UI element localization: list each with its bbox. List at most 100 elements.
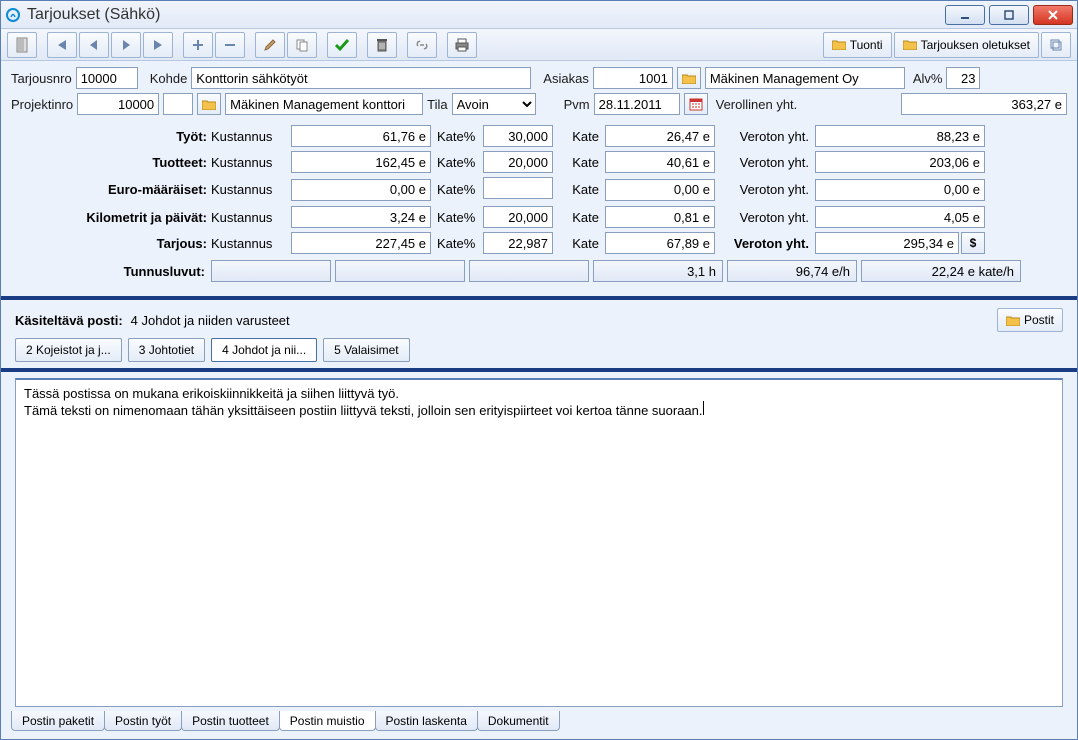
alv-field[interactable]: 23	[946, 67, 980, 89]
tila-select[interactable]: Avoin	[452, 93, 536, 115]
projdesc-field[interactable]: Mäkinen Management konttori	[225, 93, 423, 115]
post-label: Käsiteltävä posti:	[15, 313, 123, 328]
tunnusluvut-label: Tunnusluvut:	[11, 264, 211, 279]
tunnus-2	[335, 260, 465, 282]
memo-line-1: Tässä postissa on mukana erikoiskiinnikk…	[24, 386, 1054, 401]
memo-textarea[interactable]: Tässä postissa on mukana erikoiskiinnikk…	[15, 378, 1063, 707]
close-button[interactable]	[1033, 5, 1073, 25]
verollinen-field: 363,27 e	[901, 93, 1067, 115]
maximize-button[interactable]	[989, 5, 1029, 25]
edit-icon[interactable]	[255, 32, 285, 58]
first-record-button[interactable]	[47, 32, 77, 58]
proj2-field[interactable]	[163, 93, 193, 115]
row-km-label: Kilometrit ja päivät:	[86, 210, 207, 225]
tunnus-kateh: 22,24 e kate/h	[861, 260, 1021, 282]
btab-muistio[interactable]: Postin muistio	[279, 711, 376, 731]
copy-icon[interactable]	[287, 32, 317, 58]
defaults-button[interactable]: Tarjouksen oletukset	[894, 32, 1039, 58]
asiakas-name-field[interactable]: Mäkinen Management Oy	[705, 67, 905, 89]
tuotteet-kust: 162,45 e	[291, 151, 431, 173]
import-button[interactable]: Tuonti	[823, 32, 892, 58]
asiakas-no-field[interactable]: 1001	[593, 67, 673, 89]
row-tarjous-label: Tarjous:	[157, 236, 207, 251]
tunnus-hours: 3,1 h	[593, 260, 723, 282]
postit-label: Postit	[1024, 313, 1054, 327]
tila-label: Tila	[427, 97, 447, 112]
btab-paketit[interactable]: Postin paketit	[11, 711, 105, 731]
stack-icon[interactable]	[1041, 32, 1071, 58]
divider	[1, 296, 1077, 300]
km-kust: 3,24 e	[291, 206, 431, 228]
tarjousnro-field[interactable]: 10000	[76, 67, 138, 89]
veroton-label: Veroton yht.	[715, 129, 815, 144]
toolbar: Tuonti Tarjouksen oletukset	[1, 29, 1077, 61]
tuotteet-katep[interactable]: 20,000	[483, 151, 553, 173]
alv-label: Alv%	[913, 71, 943, 86]
euro-kate: 0,00 e	[605, 179, 715, 201]
kohde-label: Kohde	[150, 71, 188, 86]
tyot-katep[interactable]: 30,000	[483, 125, 553, 147]
btab-tuotteet[interactable]: Postin tuotteet	[181, 711, 280, 731]
calendar-button[interactable]	[684, 93, 708, 115]
summary-grid: Työt: Kustannus 61,76 e Kate% 30,000 Kat…	[11, 125, 1067, 254]
minimize-button[interactable]	[945, 5, 985, 25]
pvm-field[interactable]: 28.11.2011	[594, 93, 680, 115]
km-veroton: 4,05 e	[815, 206, 985, 228]
proj-lookup-button[interactable]	[197, 93, 221, 115]
post-tabs: 2 Kojeistot ja j... 3 Johtotiet 4 Johdot…	[1, 338, 1077, 362]
import-label: Tuonti	[850, 38, 883, 52]
tunnusluvut-row: Tunnusluvut: 3,1 h 96,74 e/h 22,24 e kat…	[11, 260, 1067, 282]
door-icon[interactable]	[7, 32, 37, 58]
row-tuotteet-label: Tuotteet:	[152, 155, 207, 170]
window: Tarjoukset (Sähkö) Tuonti	[0, 0, 1078, 740]
km-kate: 0,81 e	[605, 206, 715, 228]
prev-record-button[interactable]	[79, 32, 109, 58]
kohde-field[interactable]: Konttorin sähkötyöt	[191, 67, 531, 89]
post-value: 4 Johdot ja niiden varusteet	[131, 313, 290, 328]
kustannus-label: Kustannus	[211, 129, 291, 144]
tarjousnro-label: Tarjousnro	[11, 71, 72, 86]
form-area: Tarjousnro 10000 Kohde Konttorin sähköty…	[1, 61, 1077, 288]
ok-button[interactable]	[327, 32, 357, 58]
tab-kojeistot[interactable]: 2 Kojeistot ja j...	[15, 338, 122, 362]
tuotteet-kate: 40,61 e	[605, 151, 715, 173]
euro-katep[interactable]	[483, 177, 553, 199]
remove-button[interactable]	[215, 32, 245, 58]
print-icon[interactable]	[447, 32, 477, 58]
row-tyot-label: Työt:	[176, 129, 207, 144]
last-record-button[interactable]	[143, 32, 173, 58]
defaults-label: Tarjouksen oletukset	[921, 38, 1030, 52]
tarjous-veroton: 295,34 e	[815, 232, 959, 254]
window-title: Tarjoukset (Sähkö)	[27, 6, 160, 24]
verollinen-label: Verollinen yht.	[716, 97, 798, 112]
postit-button[interactable]: Postit	[997, 308, 1063, 332]
km-katep[interactable]: 20,000	[483, 206, 553, 228]
post-header: Käsiteltävä posti: 4 Johdot ja niiden va…	[1, 306, 1077, 338]
asiakas-lookup-button[interactable]	[677, 67, 701, 89]
tarjous-kust: 227,45 e	[291, 232, 431, 254]
add-button[interactable]	[183, 32, 213, 58]
tab-valaisimet[interactable]: 5 Valaisimet	[323, 338, 409, 362]
tuotteet-veroton: 203,06 e	[815, 151, 985, 173]
euro-veroton: 0,00 e	[815, 179, 985, 201]
link-icon[interactable]	[407, 32, 437, 58]
tyot-kust: 61,76 e	[291, 125, 431, 147]
next-record-button[interactable]	[111, 32, 141, 58]
tunnus-eh: 96,74 e/h	[727, 260, 857, 282]
tab-johdot[interactable]: 4 Johdot ja nii...	[211, 338, 317, 362]
btab-laskenta[interactable]: Postin laskenta	[375, 711, 478, 731]
tab-johtotiet[interactable]: 3 Johtotiet	[128, 338, 205, 362]
kate-label: Kate	[553, 129, 605, 144]
euro-kust: 0,00 e	[291, 179, 431, 201]
btab-tyot[interactable]: Postin työt	[104, 711, 182, 731]
currency-button[interactable]: $	[961, 232, 985, 254]
katep-label: Kate%	[431, 129, 483, 144]
tunnus-3	[469, 260, 589, 282]
btab-dokumentit[interactable]: Dokumentit	[477, 711, 560, 731]
tunnus-1	[211, 260, 331, 282]
projektinro-field[interactable]: 10000	[77, 93, 159, 115]
asiakas-label: Asiakas	[543, 71, 589, 86]
delete-icon[interactable]	[367, 32, 397, 58]
text-cursor	[703, 401, 704, 415]
row-euro-label: Euro-määräiset:	[108, 182, 207, 197]
